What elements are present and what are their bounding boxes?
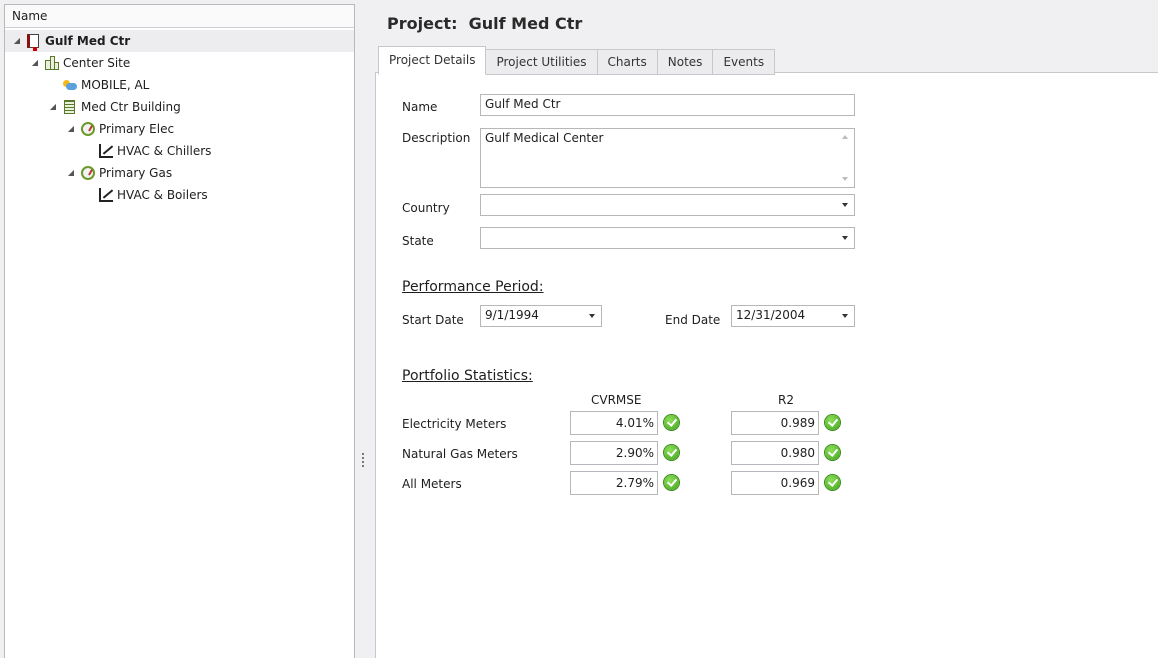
tree-node-label: HVAC & Chillers <box>117 144 212 158</box>
tree-node-model-boilers[interactable]: HVAC & Boilers <box>98 184 208 206</box>
chevron-down-icon[interactable] <box>842 203 848 207</box>
collapse-arrow-icon[interactable]: ◢ <box>29 52 41 74</box>
country-dropdown[interactable] <box>480 194 855 216</box>
project-title-name: Gulf Med Ctr <box>468 14 583 33</box>
start-date-label: Start Date <box>402 313 464 327</box>
scroll-down-icon[interactable] <box>842 177 848 181</box>
chevron-down-icon[interactable] <box>842 314 848 318</box>
tree-column-header[interactable]: Name <box>5 5 354 28</box>
cvrmse-value: 2.79% <box>570 471 658 495</box>
stat-row-label: Natural Gas Meters <box>402 447 518 461</box>
name-field[interactable]: Gulf Med Ctr <box>480 94 855 116</box>
building-icon <box>62 99 78 115</box>
tree-node-site[interactable]: ◢ Center Site <box>29 52 130 74</box>
collapse-arrow-icon[interactable]: ◢ <box>65 118 77 140</box>
tree-node-meter-gas[interactable]: ◢ Primary Gas <box>65 162 172 184</box>
start-date-value: 9/1/1994 <box>485 308 539 322</box>
meter-icon <box>80 165 96 181</box>
tree-node-label: MOBILE, AL <box>81 78 150 92</box>
chevron-down-icon[interactable] <box>842 236 848 240</box>
check-ok-icon <box>825 475 840 490</box>
check-ok-icon <box>664 415 679 430</box>
r2-column-header: R2 <box>778 393 794 407</box>
country-label: Country <box>402 201 450 215</box>
model-chart-icon <box>98 187 114 203</box>
tree-node-model-chillers[interactable]: HVAC & Chillers <box>98 140 211 162</box>
collapse-arrow-icon[interactable]: ◢ <box>47 96 59 118</box>
project-title-label: Project: <box>387 14 458 33</box>
page-title: Project: Gulf Med Ctr <box>387 14 582 33</box>
r2-value: 0.980 <box>731 441 819 465</box>
tree-node-label: Primary Gas <box>99 166 173 180</box>
cvrmse-column-header: CVRMSE <box>591 393 642 407</box>
check-ok-icon <box>825 415 840 430</box>
tab-bar: Project Details Project Utilities Charts… <box>378 46 776 75</box>
tab-project-details[interactable]: Project Details <box>378 46 487 75</box>
weather-icon <box>62 77 78 93</box>
tab-charts[interactable]: Charts <box>597 49 658 75</box>
r2-value: 0.969 <box>731 471 819 495</box>
tab-events[interactable]: Events <box>713 49 776 75</box>
check-ok-icon <box>664 445 679 460</box>
end-date-picker[interactable]: 12/31/2004 <box>731 305 855 327</box>
chevron-down-icon[interactable] <box>589 314 595 318</box>
model-chart-icon <box>98 143 114 159</box>
tree-node-building[interactable]: ◢ Med Ctr Building <box>47 96 181 118</box>
stat-row-label: Electricity Meters <box>402 417 507 431</box>
performance-period-heading: Performance Period: <box>402 279 544 295</box>
state-label: State <box>402 234 434 248</box>
check-ok-icon <box>664 475 679 490</box>
stat-row-label: All Meters <box>402 477 462 491</box>
start-date-picker[interactable]: 9/1/1994 <box>480 305 602 327</box>
end-date-value: 12/31/2004 <box>736 308 806 322</box>
tab-project-utilities[interactable]: Project Utilities <box>486 49 598 75</box>
cvrmse-value: 2.90% <box>570 441 658 465</box>
tree-node-label: HVAC & Boilers <box>117 188 208 202</box>
r2-value: 0.989 <box>731 411 819 435</box>
tree-node-project[interactable]: ◢ Gulf Med Ctr <box>5 30 354 52</box>
name-label: Name <box>402 100 438 114</box>
description-label: Description <box>402 131 471 145</box>
tree-node-label: Primary Elec <box>99 122 175 136</box>
end-date-label: End Date <box>665 313 721 327</box>
site-buildings-icon <box>44 55 60 71</box>
meter-icon <box>80 121 96 137</box>
tree-node-label: Gulf Med Ctr <box>45 34 131 48</box>
collapse-arrow-icon[interactable]: ◢ <box>65 162 77 184</box>
state-dropdown[interactable] <box>480 227 855 249</box>
scroll-up-icon[interactable] <box>842 135 848 139</box>
tree-node-weather[interactable]: MOBILE, AL <box>62 74 149 96</box>
tree-node-label: Med Ctr Building <box>81 100 181 114</box>
check-ok-icon <box>825 445 840 460</box>
collapse-arrow-icon[interactable]: ◢ <box>11 30 23 52</box>
portfolio-statistics-heading: Portfolio Statistics: <box>402 368 533 384</box>
panel-splitter-handle[interactable] <box>362 453 365 471</box>
tree-node-meter-elec[interactable]: ◢ Primary Elec <box>65 118 174 140</box>
project-tree-panel: Name ◢ Gulf Med Ctr ◢ Center Site MOBILE… <box>4 4 355 658</box>
description-field[interactable]: Gulf Medical Center <box>480 128 855 188</box>
cvrmse-value: 4.01% <box>570 411 658 435</box>
project-book-icon <box>26 33 42 51</box>
tree-node-label: Center Site <box>63 56 131 70</box>
tab-notes[interactable]: Notes <box>657 49 714 75</box>
description-text: Gulf Medical Center <box>485 131 604 145</box>
